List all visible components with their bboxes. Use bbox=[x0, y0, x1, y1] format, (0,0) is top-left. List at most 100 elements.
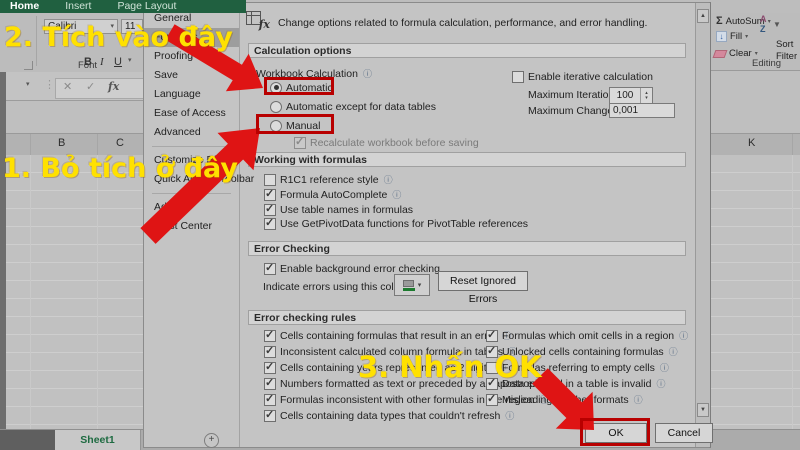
sort-label: Sort bbox=[776, 39, 793, 50]
fill-button[interactable]: ↓ Fill ▾ bbox=[716, 31, 748, 42]
sort-filter-icon[interactable]: A Z bbox=[760, 14, 767, 34]
eraser-icon bbox=[713, 50, 728, 58]
info-icon: ⓘ bbox=[660, 361, 669, 374]
cancel-entry-icon[interactable]: ✕ bbox=[63, 80, 72, 93]
info-icon: ⓘ bbox=[656, 377, 665, 390]
stepper-arrows[interactable]: ▴ ▾ bbox=[640, 88, 652, 103]
chevron-down-icon: ▾ bbox=[745, 33, 748, 40]
checkbox-enable-iterative-calculation[interactable]: Enable iterative calculation bbox=[512, 70, 653, 83]
fill-label: Fill bbox=[730, 31, 742, 42]
checkbox-icon[interactable] bbox=[264, 378, 276, 390]
checkbox-icon[interactable] bbox=[512, 71, 524, 83]
scroll-down-icon[interactable]: ▼ bbox=[697, 403, 709, 417]
checkbox-icon[interactable] bbox=[486, 394, 498, 406]
info-icon: ⓘ bbox=[505, 409, 514, 422]
page-description: Change options related to formula calcul… bbox=[278, 16, 647, 29]
worksheet-grid-left[interactable] bbox=[0, 155, 143, 429]
tab-insert[interactable]: Insert bbox=[65, 0, 91, 13]
sigma-icon: Σ bbox=[716, 15, 723, 27]
sidebar-item-advanced[interactable]: Advanced bbox=[144, 123, 239, 142]
worksheet-blank-left bbox=[0, 101, 143, 133]
checkbox-icon[interactable] bbox=[264, 362, 276, 374]
formulas-page-icon: fx bbox=[246, 11, 270, 31]
checkbox-use-getpivotdata[interactable]: Use GetPivotData functions for PivotTabl… bbox=[264, 217, 528, 230]
fill-down-icon: ↓ bbox=[716, 31, 727, 42]
column-divider bbox=[792, 134, 793, 155]
sheet-tab-sheet1[interactable]: Sheet1 bbox=[55, 430, 141, 450]
autosum-label: AutoSum bbox=[726, 16, 765, 27]
column-header-c[interactable]: C bbox=[116, 137, 124, 149]
annotation-step2: 2. Tích vào đây bbox=[4, 22, 233, 53]
spin-down-icon[interactable]: ▾ bbox=[645, 96, 648, 101]
checkbox-r1c1-reference-style[interactable]: R1C1 reference style ⓘ bbox=[264, 173, 393, 186]
confirm-entry-icon[interactable]: ✓ bbox=[86, 80, 95, 93]
tab-page-layout[interactable]: Page Layout bbox=[117, 0, 176, 13]
checkbox-icon[interactable] bbox=[264, 410, 276, 422]
checkbox-formula-autocomplete[interactable]: Formula AutoComplete ⓘ bbox=[264, 188, 401, 201]
error-color-picker[interactable]: ▾ bbox=[394, 274, 430, 296]
radio-automatic-except-tables[interactable]: Automatic except for data tables bbox=[270, 100, 436, 113]
font-group-label: Font bbox=[78, 60, 97, 71]
reset-ignored-errors-button[interactable]: Reset Ignored Errors bbox=[438, 271, 528, 291]
sidebar-item-language[interactable]: Language bbox=[144, 85, 239, 104]
add-sheet-icon[interactable]: + bbox=[204, 433, 219, 448]
info-icon: ⓘ bbox=[679, 329, 688, 342]
sidebar-item-add-ins[interactable]: Add-ins bbox=[144, 198, 239, 217]
underline-button[interactable]: U bbox=[114, 56, 122, 68]
max-iterations-stepper[interactable]: 100 ▴ ▾ bbox=[609, 87, 653, 104]
highlight-box-automatic bbox=[264, 77, 334, 95]
max-change-field[interactable]: 0,001 bbox=[609, 103, 675, 118]
sort-a-glyph: A bbox=[760, 14, 767, 24]
chevron-down-icon[interactable]: ▾ bbox=[128, 56, 132, 64]
highlight-box-ok bbox=[580, 418, 650, 446]
radio-icon[interactable] bbox=[270, 101, 282, 113]
column-header-b[interactable]: B bbox=[58, 137, 65, 149]
insert-function-icon[interactable]: fx bbox=[108, 80, 119, 93]
sidebar-item-ease-of-access[interactable]: Ease of Access bbox=[144, 104, 239, 123]
info-icon: ⓘ bbox=[363, 67, 372, 80]
chevron-down-icon: ▾ bbox=[755, 50, 758, 57]
worksheet-grid-right[interactable] bbox=[708, 155, 800, 429]
checkbox-icon[interactable] bbox=[264, 263, 276, 275]
checkbox-label: Misleading number formats bbox=[502, 394, 629, 406]
checkbox-use-table-names[interactable]: Use table names in formulas bbox=[264, 203, 413, 216]
section-error-checking: Error Checking bbox=[248, 241, 686, 256]
sidebar-item-save[interactable]: Save bbox=[144, 66, 239, 85]
checkbox-label: Cells containing data types that couldn'… bbox=[280, 410, 500, 422]
checkbox-icon[interactable] bbox=[264, 218, 276, 230]
checkbox-label: Formulas which omit cells in a region bbox=[502, 330, 674, 342]
checkbox-recalculate-before-saving: Recalculate workbook before saving bbox=[294, 136, 479, 149]
annotation-step3: 3. Nhấn OK bbox=[358, 350, 542, 384]
checkbox-icon[interactable] bbox=[264, 330, 276, 342]
checkbox-label: Formula AutoComplete bbox=[280, 189, 387, 201]
checkbox-icon[interactable] bbox=[264, 174, 276, 186]
formula-bar: ▾ ⋮ ✕ ✓ fx bbox=[0, 72, 143, 101]
section-calculation-options: Calculation options bbox=[248, 43, 686, 58]
scroll-up-icon[interactable]: ▲ bbox=[697, 9, 709, 23]
name-box-arrow-icon[interactable]: ▾ bbox=[26, 80, 30, 88]
column-header-k[interactable]: K bbox=[748, 137, 755, 149]
checkbox-label: Enable background error checking bbox=[280, 263, 440, 275]
italic-button[interactable]: I bbox=[100, 56, 104, 68]
cancel-button[interactable]: Cancel bbox=[655, 423, 713, 443]
chevron-down-icon: ▾ bbox=[418, 281, 422, 289]
checkbox-misleading-number-formats[interactable]: Misleading number formats ⓘ bbox=[486, 393, 643, 406]
checkbox-icon[interactable] bbox=[264, 189, 276, 201]
highlight-box-manual bbox=[256, 114, 334, 134]
checkbox-icon[interactable] bbox=[264, 394, 276, 406]
tab-home[interactable]: Home bbox=[10, 0, 39, 13]
checkbox-icon[interactable] bbox=[264, 346, 276, 358]
checkbox-data-types-couldnt-refresh[interactable]: Cells containing data types that couldn'… bbox=[264, 409, 514, 422]
dialog-scrollbar[interactable]: ▲ ▼ bbox=[695, 3, 710, 447]
sidebar-separator bbox=[152, 146, 231, 147]
checkbox-cells-result-in-error[interactable]: Cells containing formulas that result in… bbox=[264, 329, 511, 342]
checkbox-icon[interactable] bbox=[486, 330, 498, 342]
dialog-launcher-icon[interactable] bbox=[24, 61, 33, 70]
checkbox-icon[interactable] bbox=[264, 204, 276, 216]
column-divider bbox=[30, 134, 31, 155]
annotation-step1: 1. Bỏ tích ở đây bbox=[2, 153, 238, 184]
sidebar-item-trust-center[interactable]: Trust Center bbox=[144, 217, 239, 236]
paint-bucket-icon bbox=[403, 280, 415, 291]
checkbox-label: Cells containing formulas that result in… bbox=[280, 330, 497, 342]
checkbox-formulas-omit-cells[interactable]: Formulas which omit cells in a region ⓘ bbox=[486, 329, 688, 342]
